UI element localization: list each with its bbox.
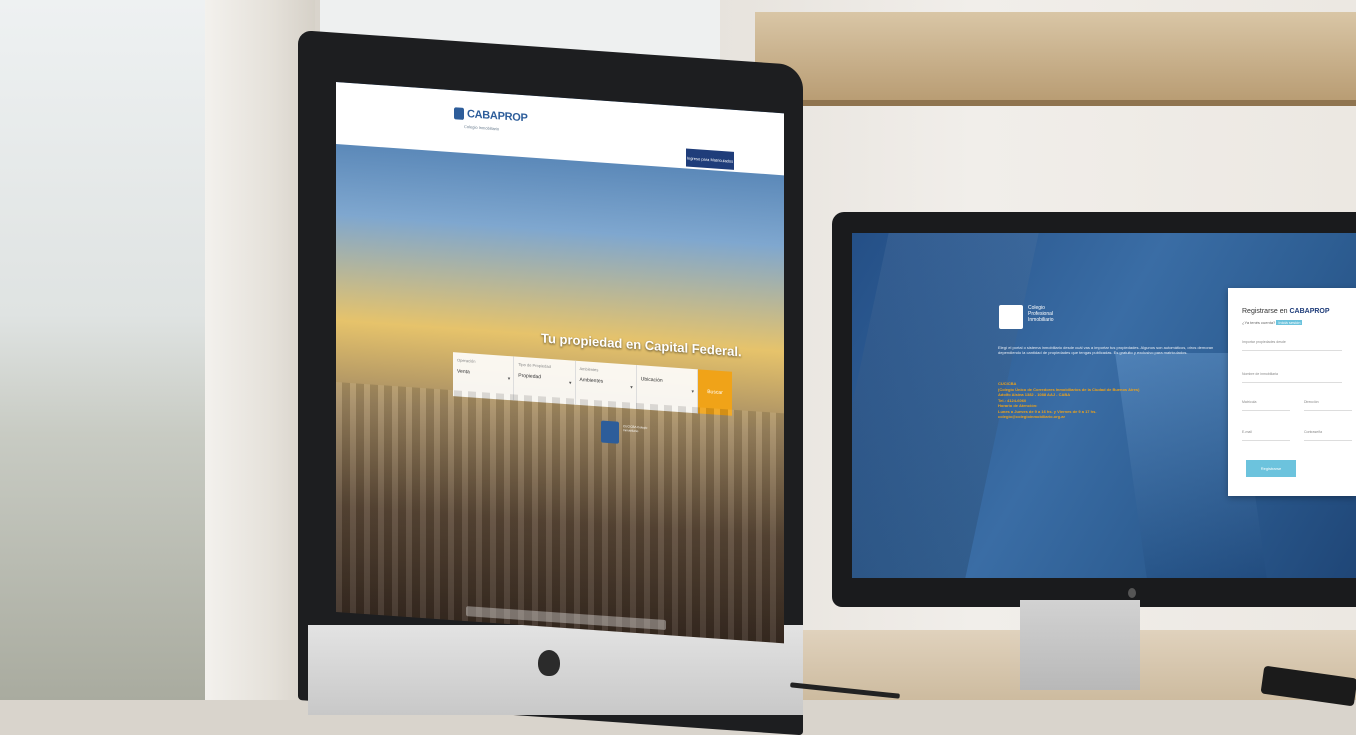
monitor-stand	[1020, 600, 1140, 690]
field-label: Tipo de Propiedad	[518, 361, 551, 370]
login-button[interactable]: Ingreso para Matriculados	[686, 148, 734, 170]
agency-name-field[interactable]: Nombre de inmobiliaria	[1242, 372, 1342, 383]
field-label: Operación	[457, 357, 476, 364]
intro-text: Elegí el portal o sistema inmobiliario d…	[998, 345, 1214, 355]
register-title-prefix: Registrarse en	[1242, 308, 1290, 315]
org-name: Colegio Profesional Inmobiliario	[1028, 305, 1054, 323]
contact-info: CUCICBA (Colegio Único de Corredores Inm…	[998, 381, 1140, 419]
login-link[interactable]: Iniciá sesión	[1276, 320, 1303, 325]
imac-left: CABAPROP Colegio Inmobiliario Ingreso pa…	[298, 30, 803, 735]
license-field[interactable]: Matrícula	[1242, 400, 1290, 411]
register-subtitle: ¿Ya tenés cuenta? Iniciá sesión	[1242, 320, 1303, 325]
field-value: Ambientes	[579, 377, 604, 385]
brand-name: CABAPROP	[467, 108, 528, 125]
hero-title: Tu propiedad en Capital Federal.	[541, 330, 742, 360]
field-value: Propiedad	[518, 372, 542, 381]
window-view	[0, 0, 230, 700]
field-label	[641, 370, 693, 374]
password-field[interactable]: Contraseña	[1304, 430, 1352, 441]
logo-icon	[454, 107, 464, 120]
register-panel: Registrarse en CABAPROP ¿Ya tenés cuenta…	[1228, 288, 1356, 496]
imac-screen: CABAPROP Colegio Inmobiliario Ingreso pa…	[336, 82, 784, 644]
wooden-shelf	[755, 12, 1356, 106]
apple-logo-icon	[538, 650, 560, 676]
register-subtitle-text: ¿Ya tenés cuenta?	[1242, 320, 1277, 325]
import-source-field[interactable]: Importar propiedades desde	[1242, 340, 1342, 351]
brand-tagline: Colegio Inmobiliario	[464, 123, 500, 132]
email-field[interactable]: E-mail	[1242, 430, 1290, 441]
cucicba-badge-icon	[601, 420, 619, 444]
chevron-down-icon: ▾	[507, 376, 511, 383]
chevron-down-icon: ▾	[568, 380, 572, 387]
field-value: Venta	[457, 368, 470, 376]
chevron-down-icon: ▾	[691, 388, 694, 396]
chevron-down-icon: ▾	[630, 384, 633, 391]
register-button[interactable]: Registrarse	[1246, 460, 1296, 477]
apple-logo-icon	[1128, 588, 1136, 598]
address-field[interactable]: Dirección	[1304, 400, 1352, 411]
badge-label: CUCICBA Colegio Inmobiliario	[623, 424, 648, 434]
field-value: Ubicación	[640, 376, 663, 384]
city-skyline-photo	[336, 382, 784, 644]
register-title: Registrarse en CABAPROP	[1242, 308, 1330, 315]
register-title-brand: CABAPROP	[1289, 308, 1330, 315]
colegio-logo-icon	[999, 305, 1023, 329]
field-label: Ambientes	[579, 366, 599, 373]
